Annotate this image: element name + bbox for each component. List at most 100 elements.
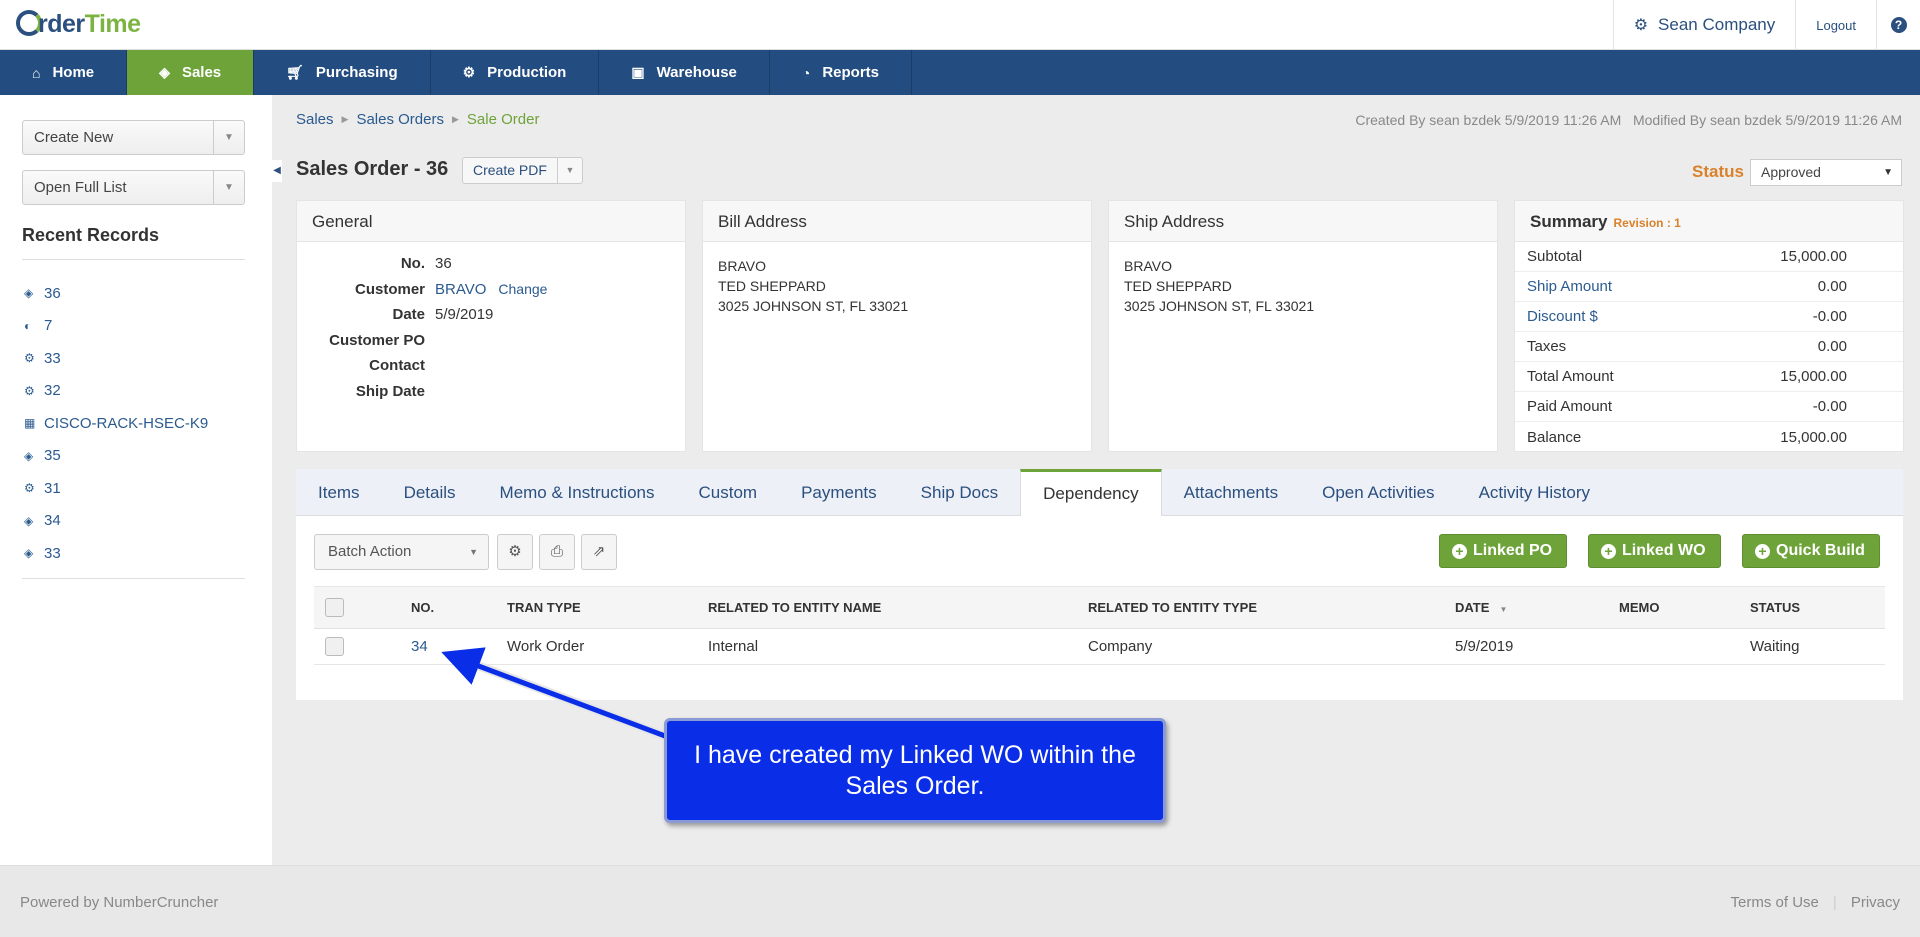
terms-link[interactable]: Terms of Use xyxy=(1731,894,1819,911)
ordertime-logo[interactable]: rderTime xyxy=(16,10,141,39)
recent-item[interactable]: ◈ 33 xyxy=(24,537,208,570)
gear-icon: ⚙ xyxy=(1633,17,1649,34)
breadcrumb-sales-orders[interactable]: Sales Orders xyxy=(356,111,444,128)
recent-item[interactable]: ⚙ 31 xyxy=(24,472,208,505)
recent-item[interactable]: ⚙ 32 xyxy=(24,375,208,408)
top-bar: rderTime ⚙ Sean Company Logout ? xyxy=(0,0,1920,50)
work-order-link[interactable]: 34 xyxy=(411,638,428,655)
tab-dependency[interactable]: Dependency xyxy=(1020,469,1162,517)
field-no: No. 36 xyxy=(400,255,452,273)
panel-title: Summary Revision : 1 xyxy=(1515,201,1903,242)
share-icon: ⇗ xyxy=(592,543,606,560)
panel-title: Bill Address xyxy=(703,201,1091,242)
create-new-button[interactable]: Create New ▼ xyxy=(22,120,245,155)
bill-address-text: BRAVO TED SHEPPARD 3025 JOHNSON ST, FL 3… xyxy=(718,258,909,314)
col-memo[interactable]: MEMO xyxy=(1619,600,1750,615)
grid-header: NO. TRAN TYPE RELATED TO ENTITY NAME REL… xyxy=(314,586,1885,629)
recent-item[interactable]: ▦ CISCO-RACK-HSEC-K9 xyxy=(24,407,208,440)
col-status[interactable]: STATUS xyxy=(1750,600,1870,615)
tab-memo-instructions[interactable]: Memo & Instructions xyxy=(478,469,677,516)
batch-action-select[interactable]: Batch Action ▼ xyxy=(314,534,489,570)
chevron-down-icon: ▼ xyxy=(1883,167,1893,178)
quick-build-button[interactable]: + Quick Build xyxy=(1742,534,1880,568)
recent-item[interactable]: ◈ 35 xyxy=(24,440,208,473)
recent-item[interactable]: ◈ 36 xyxy=(24,277,208,310)
tag-icon: ◈ xyxy=(159,64,170,80)
chevron-down-icon[interactable]: ▼ xyxy=(213,171,244,204)
gear-icon: ⚙ xyxy=(24,383,35,398)
col-tran-type[interactable]: TRAN TYPE xyxy=(507,600,708,615)
nav-sales[interactable]: ◈ Sales xyxy=(127,50,255,95)
change-customer-link[interactable]: Change xyxy=(498,281,547,297)
privacy-link[interactable]: Privacy xyxy=(1851,894,1900,911)
tag-icon: ◈ xyxy=(24,286,34,301)
field-customer: Customer BRAVO Change xyxy=(354,280,548,298)
select-all-checkbox[interactable] xyxy=(325,598,344,617)
general-panel: General No. 36 Customer BRAVO Change Date 5/… xyxy=(296,200,686,452)
create-pdf-button[interactable]: Create PDF ▼ xyxy=(462,157,583,184)
help-icon: ? xyxy=(1890,17,1907,33)
nav-production[interactable]: ⚙ Production xyxy=(431,50,600,95)
linked-po-button[interactable]: + Linked PO xyxy=(1439,534,1568,568)
chevron-down-icon[interactable]: ▼ xyxy=(556,158,582,183)
recent-item[interactable]: ◈ 34 xyxy=(24,505,208,538)
tab-custom[interactable]: Custom xyxy=(676,469,779,516)
plus-icon: + xyxy=(1755,543,1770,559)
tab-open-activities[interactable]: Open Activities xyxy=(1300,469,1456,516)
sort-desc-icon: ▼ xyxy=(1499,605,1508,614)
linked-wo-button[interactable]: + Linked WO xyxy=(1588,534,1721,568)
recent-item[interactable]: ⚙ 33 xyxy=(24,342,208,375)
home-icon: ⌂ xyxy=(32,64,41,81)
tab-attachments[interactable]: Attachments xyxy=(1162,469,1301,516)
settings-button[interactable]: ⚙ xyxy=(497,534,533,570)
col-date[interactable]: DATE ▼ xyxy=(1455,600,1619,615)
gears-icon: ⚙ xyxy=(462,64,476,80)
tab-payments[interactable]: Payments xyxy=(779,469,899,516)
summary-row: Ship Amount 0.00 xyxy=(1515,272,1903,302)
tab-ship-docs[interactable]: Ship Docs xyxy=(899,469,1020,516)
main-nav: ⌂ Home ◈ Sales 🛒︎ Purchasing ⚙ Production ▣ W… xyxy=(0,50,1920,95)
nav-warehouse[interactable]: ▣ Warehouse xyxy=(599,50,770,95)
footer-links: Terms of Use | Privacy xyxy=(1730,894,1900,911)
gear-icon: ⚙ xyxy=(24,351,35,366)
col-no[interactable]: NO. xyxy=(411,600,507,615)
collapse-sidebar-toggle[interactable]: ◀ xyxy=(272,160,282,182)
chevron-down-icon[interactable]: ▼ xyxy=(213,121,244,154)
print-button[interactable]: ⎙ xyxy=(539,534,575,570)
nav-purchasing[interactable]: 🛒︎ Purchasing xyxy=(254,50,431,95)
help-button[interactable]: ? xyxy=(1876,0,1920,50)
dependency-tab-content: Batch Action ▼ ⚙ ⎙ ⇗ + Linked PO + Linked … xyxy=(296,516,1903,700)
customer-link[interactable]: BRAVO xyxy=(435,281,486,298)
summary-row: Discount $ -0.00 xyxy=(1515,302,1903,332)
panel-title: Ship Address xyxy=(1109,201,1497,242)
row-checkbox[interactable] xyxy=(325,637,344,656)
chevron-right-icon: ▶ xyxy=(341,114,349,124)
breadcrumb-current: Sale Order xyxy=(466,111,540,128)
nav-reports[interactable]: ◔ Reports xyxy=(770,50,913,95)
recent-item[interactable]: ◐ 7 xyxy=(24,310,208,343)
status-select[interactable]: Approved ▼ xyxy=(1750,159,1902,186)
print-icon: ⎙ xyxy=(550,543,563,560)
logout-link[interactable]: Logout xyxy=(1795,0,1876,50)
status-label: Status xyxy=(1692,162,1744,181)
field-date: Date 5/9/2019 xyxy=(392,306,494,324)
open-full-list-button[interactable]: Open Full List ▼ xyxy=(22,170,245,205)
divider xyxy=(22,578,245,579)
company-switcher[interactable]: ⚙ Sean Company xyxy=(1612,0,1796,50)
sidebar: Create New ▼ Open Full List ▼ Recent Rec… xyxy=(0,95,272,865)
col-entity-name[interactable]: RELATED TO ENTITY NAME xyxy=(708,600,1088,615)
divider xyxy=(22,259,245,260)
breadcrumb-sales[interactable]: Sales xyxy=(296,111,334,128)
tab-activity-history[interactable]: Activity History xyxy=(1457,469,1612,516)
revision-badge: Revision : 1 xyxy=(1613,216,1681,230)
tag-icon: ◈ xyxy=(24,513,34,528)
tab-details[interactable]: Details xyxy=(382,469,478,516)
col-entity-type[interactable]: RELATED TO ENTITY TYPE xyxy=(1088,600,1455,615)
summary-row: Subtotal 15,000.00 xyxy=(1515,242,1903,272)
tag-icon: ◈ xyxy=(24,448,34,463)
plus-icon: + xyxy=(1601,543,1616,559)
recent-records-list: ◈ 36 ◐ 7 ⚙ 33 ⚙ 32 ▦ CISCO-RACK-HSEC-K9 ◈ 35 ⚙… xyxy=(24,277,208,570)
export-button[interactable]: ⇗ xyxy=(581,534,617,570)
nav-home[interactable]: ⌂ Home xyxy=(0,50,128,95)
tab-items[interactable]: Items xyxy=(296,469,382,516)
